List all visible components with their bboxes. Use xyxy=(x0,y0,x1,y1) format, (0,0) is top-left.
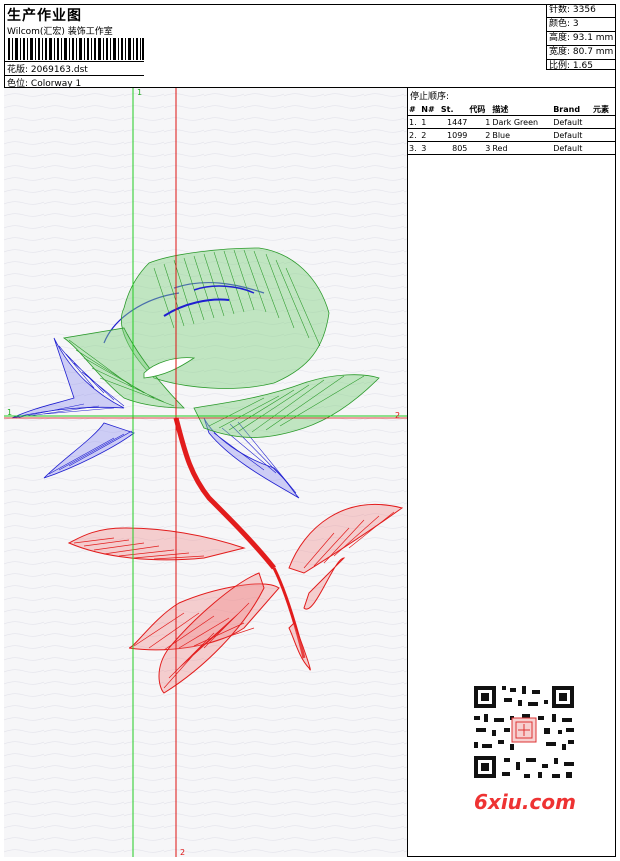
col-stitches: St. xyxy=(439,103,469,116)
guide-label-h2: 2 xyxy=(395,411,400,420)
stop-sequence-title: 停止顺序: xyxy=(410,92,450,102)
header-panel: 生产作业图 Wilcom(汇宏) 装饰工作室 花版: 2069163.dst 色… xyxy=(4,4,616,89)
spec-stitches: 针数: 3356 xyxy=(547,4,616,18)
table-row: 3. 3 805 3 Red Default xyxy=(408,141,615,155)
page-title: 生产作业图 xyxy=(7,8,82,24)
design-file-row: 花版: 2069163.dst xyxy=(7,62,88,75)
guide-label-h1: 1 xyxy=(7,408,12,417)
spec-width: 宽度: 80.7 mm xyxy=(547,46,616,60)
spec-height: 高度: 93.1 mm xyxy=(547,32,616,46)
row-number: 2 xyxy=(420,128,440,142)
specs-panel: 针数: 3356 颜色: 3 高度: 93.1 mm 宽度: 80.7 mm 比… xyxy=(546,4,616,71)
row-index: 2. xyxy=(408,128,421,142)
table-header: # N# St. 代码 描述 Brand 元素 xyxy=(408,103,615,116)
col-brand: Brand xyxy=(552,103,592,116)
table-row: 2. 2 1099 2 Blue Default xyxy=(408,128,615,142)
row-brand: Default xyxy=(552,128,592,142)
company-name: Wilcom(汇宏) 装饰工作室 xyxy=(7,27,113,37)
spec-ratio: 比例: 1.65 xyxy=(549,61,593,71)
spec-colors: 颜色: 3 xyxy=(547,18,616,32)
row-code: 1 xyxy=(468,115,492,129)
row-element xyxy=(592,128,615,142)
embroidery-preview: 1 1 2 2 xyxy=(4,88,407,857)
col-code: 代码 xyxy=(468,103,492,116)
row-stitches: 1099 xyxy=(439,128,469,142)
col-description: 描述 xyxy=(491,103,553,116)
row-description: Dark Green xyxy=(491,115,553,129)
row-description: Blue xyxy=(491,128,553,142)
row-stitches: 805 xyxy=(439,141,469,155)
row-element xyxy=(592,141,615,155)
design-preview: 1 1 2 2 xyxy=(4,88,408,857)
row-code: 2 xyxy=(468,128,492,142)
stop-sequence-table: # N# St. 代码 描述 Brand 元素 1. 1 1447 1 Dark Gre… xyxy=(408,103,615,155)
row-stitches: 1447 xyxy=(439,115,469,129)
col-element: 元素 xyxy=(592,103,615,116)
row-index: 3. xyxy=(408,141,421,155)
watermark: 6xiu.com xyxy=(474,790,576,814)
design-file-name: 2069163.dst xyxy=(30,65,88,75)
guide-label-v2: 2 xyxy=(180,848,185,857)
col-index: # xyxy=(408,103,421,116)
fabric-background xyxy=(4,88,407,857)
table-row: 1. 1 1447 1 Dark Green Default xyxy=(408,115,615,129)
col-number: N# xyxy=(420,103,440,116)
barcode xyxy=(8,38,144,60)
row-element xyxy=(592,115,615,129)
row-brand: Default xyxy=(552,141,592,155)
row-number: 3 xyxy=(420,141,440,155)
design-label: 花版: xyxy=(7,65,29,75)
qr-code xyxy=(468,680,580,784)
row-brand: Default xyxy=(552,115,592,129)
row-number: 1 xyxy=(420,115,440,129)
guide-label-v1: 1 xyxy=(137,88,142,97)
row-code: 3 xyxy=(468,141,492,155)
row-description: Red xyxy=(491,141,553,155)
row-index: 1. xyxy=(408,115,421,129)
